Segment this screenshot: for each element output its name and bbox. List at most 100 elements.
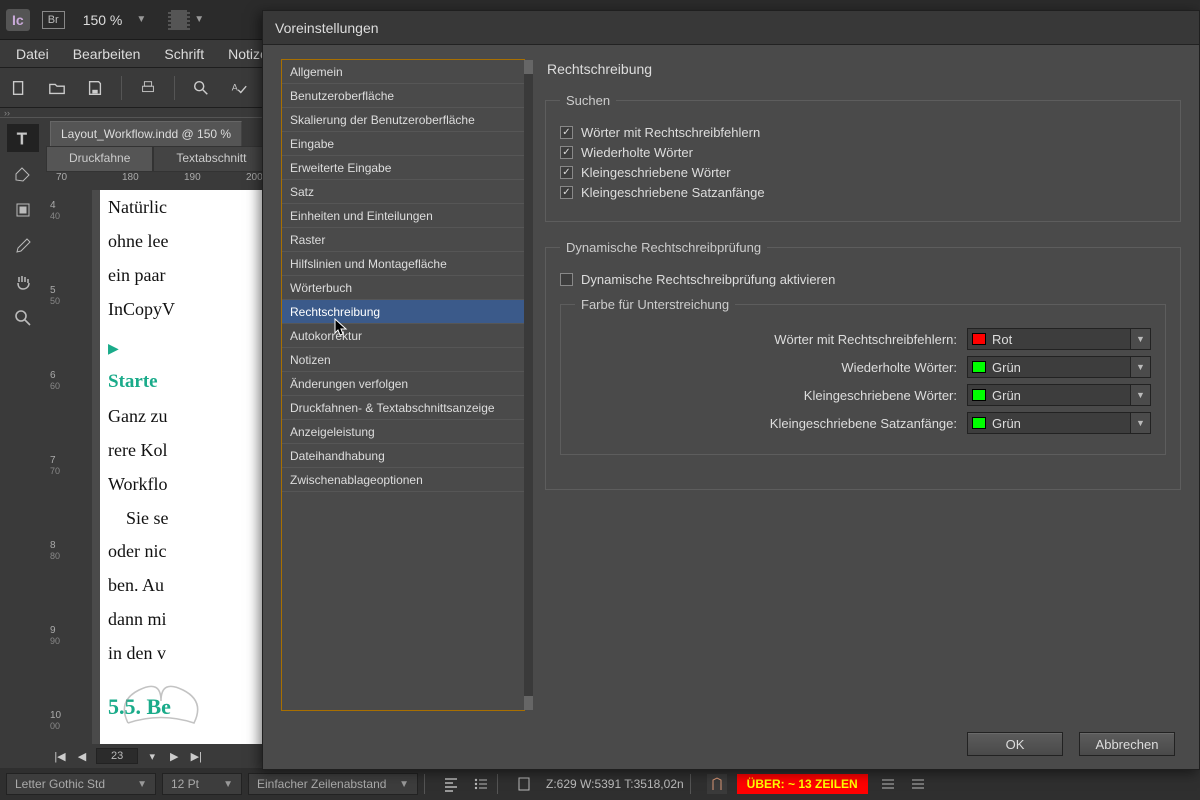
screen-mode-icon[interactable] [168, 10, 190, 30]
underline-color-group: Farbe für Unterstreichung Wörter mit Rec… [560, 297, 1166, 455]
underline-color-label: Farbe für Unterstreichung [575, 297, 735, 312]
category-item[interactable]: Notizen [282, 348, 524, 372]
ok-button[interactable]: OK [967, 732, 1063, 756]
category-item[interactable]: Rechtschreibung [282, 300, 524, 324]
first-page-icon[interactable]: |◀ [52, 750, 68, 763]
color-combo[interactable]: Rot ▼ [967, 328, 1151, 350]
category-item[interactable]: Autokorrektur [282, 324, 524, 348]
zoom-value: 150 % [77, 10, 129, 30]
checkbox[interactable] [560, 186, 573, 199]
font-family-field[interactable]: Letter Gothic Std▼ [6, 773, 156, 795]
open-icon[interactable] [42, 74, 72, 102]
app-logo: Ic [6, 9, 30, 31]
color-name: Grün [992, 360, 1021, 375]
zoom-control[interactable]: 150 % ▼ [77, 10, 147, 30]
story-link-icon[interactable] [707, 774, 727, 794]
type-tool-icon[interactable]: T [7, 124, 39, 152]
align-left-icon[interactable] [441, 774, 461, 794]
status-coordinates: Z:629 W:5391 T:3518,02n [546, 777, 684, 791]
chevron-down-icon: ▼ [1130, 329, 1150, 349]
category-item[interactable]: Raster [282, 228, 524, 252]
eyedropper-icon[interactable] [7, 232, 39, 260]
color-combo[interactable]: Grün ▼ [967, 356, 1151, 378]
category-item[interactable]: Satz [282, 180, 524, 204]
color-swatch [972, 361, 986, 373]
category-item[interactable]: Änderungen verfolgen [282, 372, 524, 396]
preferences-category-list[interactable]: AllgemeinBenutzeroberflächeSkalierung de… [281, 59, 525, 711]
checkbox[interactable] [560, 146, 573, 159]
color-combo[interactable]: Grün ▼ [967, 384, 1151, 406]
color-label: Wörter mit Rechtschreibfehlern: [774, 332, 957, 347]
cancel-button[interactable]: Abbrechen [1079, 732, 1175, 756]
svg-text:A: A [232, 82, 238, 92]
category-item[interactable]: Anzeigeleistung [282, 420, 524, 444]
svg-text:T: T [17, 131, 27, 148]
align-grid-icon[interactable] [878, 774, 898, 794]
separator [174, 76, 175, 100]
category-item[interactable]: Hilfslinien und Montagefläche [282, 252, 524, 276]
print-icon[interactable] [133, 74, 163, 102]
page-number-field[interactable]: 23 [96, 748, 138, 764]
watermark-icon [106, 666, 216, 736]
category-item[interactable]: Erweiterte Eingabe [282, 156, 524, 180]
document-tab[interactable]: Layout_Workflow.indd @ 150 % [50, 121, 242, 146]
scrollbar[interactable] [524, 60, 533, 710]
search-group-label: Suchen [560, 93, 616, 108]
font-size-field[interactable]: 12 Pt▼ [162, 773, 242, 795]
next-page-icon[interactable]: ▶ [166, 750, 182, 763]
color-name: Grün [992, 416, 1021, 431]
new-doc-icon[interactable] [4, 74, 34, 102]
prev-page-icon[interactable]: ◀ [74, 750, 90, 763]
status-bar: Letter Gothic Std▼ 12 Pt▼ Einfacher Zeil… [0, 768, 1200, 800]
menu-type[interactable]: Schrift [152, 42, 216, 66]
category-item[interactable]: Einheiten und Einteilungen [282, 204, 524, 228]
category-item[interactable]: Allgemein [282, 60, 524, 84]
chevron-down-icon: ▼ [194, 14, 204, 25]
search-icon[interactable] [186, 74, 216, 102]
text-direction-icon[interactable] [908, 774, 928, 794]
save-icon[interactable] [80, 74, 110, 102]
category-item[interactable]: Skalierung der Benutzeroberfläche [282, 108, 524, 132]
dynamic-check-label: Dynamische Rechtschreibprüfung aktiviere… [581, 272, 835, 287]
category-item[interactable]: Benutzeroberfläche [282, 84, 524, 108]
bridge-badge[interactable]: Br [42, 11, 65, 29]
spellcheck-icon[interactable]: A [224, 74, 254, 102]
page-dropdown-icon[interactable]: ▾ [144, 750, 160, 763]
position-tool-icon[interactable] [7, 196, 39, 224]
color-label: Wiederholte Wörter: [841, 360, 957, 375]
category-item[interactable]: Dateihandhabung [282, 444, 524, 468]
note-tool-icon[interactable] [7, 160, 39, 188]
color-label: Kleingeschriebene Wörter: [804, 388, 957, 403]
last-page-icon[interactable]: ▶| [188, 750, 204, 763]
chevron-down-icon: ▼ [1130, 357, 1150, 377]
line-spacing-field[interactable]: Einfacher Zeilenabstand▼ [248, 773, 418, 795]
pane-heading: Rechtschreibung [547, 61, 1181, 77]
dynamic-check[interactable] [560, 273, 573, 286]
menu-edit[interactable]: Bearbeiten [61, 42, 153, 66]
checkbox-label: Wörter mit Rechtschreibfehlern [581, 125, 760, 140]
checkbox-label: Wiederholte Wörter [581, 145, 693, 160]
color-swatch [972, 389, 986, 401]
zoom-tool-icon[interactable] [7, 304, 39, 332]
category-item[interactable]: Wörterbuch [282, 276, 524, 300]
checkbox[interactable] [560, 126, 573, 139]
list-icon[interactable] [471, 774, 491, 794]
chevron-down-icon: ▼ [1130, 385, 1150, 405]
category-item[interactable]: Druckfahnen- & Textabschnittsanzeige [282, 396, 524, 420]
checkbox[interactable] [560, 166, 573, 179]
checkbox-label: Kleingeschriebene Satzanfänge [581, 185, 765, 200]
tab-story[interactable]: Textabschnitt [153, 146, 269, 172]
hand-tool-icon[interactable] [7, 268, 39, 296]
category-item[interactable]: Zwischenablageoptionen [282, 468, 524, 492]
overflow-indicator: ÜBER: ~ 13 ZEILEN [737, 774, 868, 794]
page-info-icon[interactable] [514, 774, 534, 794]
preferences-pane: Rechtschreibung Suchen Wörter mit Rechts… [545, 59, 1181, 711]
menu-file[interactable]: Datei [4, 42, 61, 66]
color-name: Rot [992, 332, 1012, 347]
category-item[interactable]: Eingabe [282, 132, 524, 156]
color-label: Kleingeschriebene Satzanfänge: [770, 416, 957, 431]
color-combo[interactable]: Grün▼ [967, 412, 1151, 434]
color-name: Grün [992, 388, 1021, 403]
tools-panel: T [0, 118, 46, 768]
tab-galley[interactable]: Druckfahne [46, 146, 153, 172]
